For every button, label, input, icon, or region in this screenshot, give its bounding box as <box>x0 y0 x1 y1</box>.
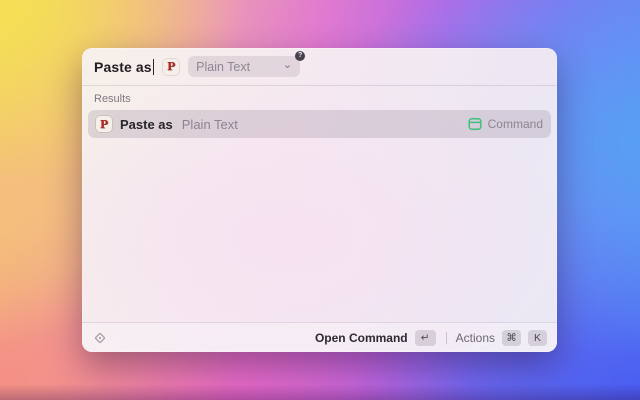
cmd-key-badge: ⌘ <box>502 329 521 346</box>
paste-as-extension-icon: P <box>163 58 180 75</box>
return-key-badge: ↵ <box>414 329 436 346</box>
results-section-header: Results <box>94 93 131 105</box>
actions-button[interactable]: Actions <box>456 331 495 345</box>
search-input[interactable]: Paste as <box>94 59 152 75</box>
result-type-label: Command <box>487 117 543 131</box>
footer-bar: Open Command ↵ Actions ⌘ K <box>82 322 557 352</box>
format-dropdown-value: Plain Text <box>196 59 251 74</box>
result-title: Paste as <box>120 116 173 132</box>
footer-divider <box>445 331 447 344</box>
result-row-paste-as[interactable]: P Paste as Plain Text Command <box>88 110 551 138</box>
result-subtitle: Plain Text <box>181 116 238 132</box>
open-command-button[interactable]: Open Command <box>315 331 408 345</box>
launcher-window: Paste as P Plain Text ⌄ ? Results P Past… <box>82 48 557 352</box>
search-bar[interactable]: Paste as P Plain Text ⌄ ? <box>82 48 557 86</box>
format-dropdown[interactable]: Plain Text ⌄ <box>188 56 301 77</box>
paste-as-extension-icon: P <box>96 116 112 132</box>
desktop-wallpaper: Paste as P Plain Text ⌄ ? Results P Past… <box>0 0 640 400</box>
help-badge[interactable]: ? <box>295 51 306 61</box>
command-icon <box>468 117 482 131</box>
empty-results-area <box>82 138 557 322</box>
argument-dropdown-wrap: Plain Text ⌄ ? <box>188 51 306 77</box>
raycast-logo-icon <box>92 330 108 346</box>
chevron-down-icon: ⌄ <box>282 58 293 71</box>
footer-actions: Open Command ↵ Actions ⌘ K <box>315 329 547 346</box>
text-caret <box>152 58 155 75</box>
k-key-badge: K <box>528 329 547 346</box>
